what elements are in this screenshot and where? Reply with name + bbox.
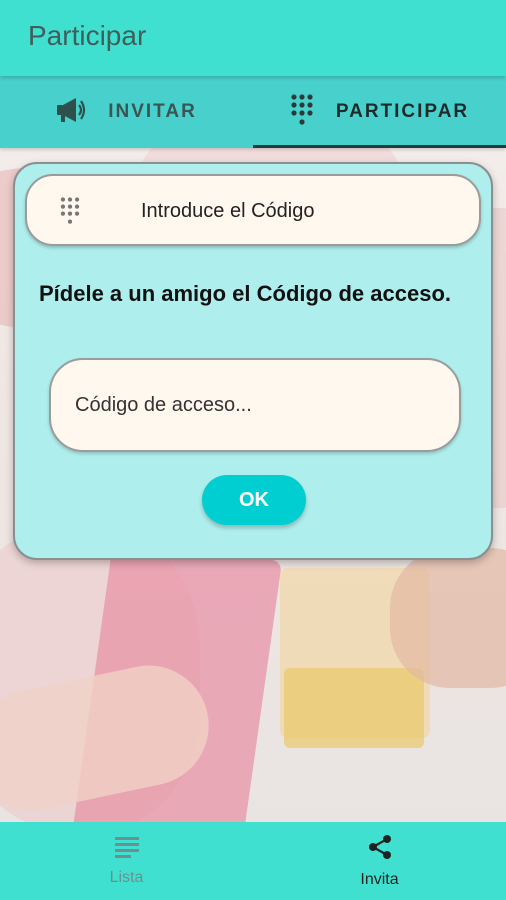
nav-item-lista[interactable]: Lista <box>0 822 253 900</box>
tab-participar-label: PARTICIPAR <box>335 101 470 122</box>
nav-item-invita[interactable]: Invita <box>253 822 506 900</box>
dialpad-icon <box>59 196 81 231</box>
tab-bar: INVITAR PARTICIPAR <box>0 76 506 148</box>
nav-invita-label: Invita <box>360 870 399 888</box>
list-icon <box>114 836 139 863</box>
tab-invitar-label: INVITAR <box>108 101 197 122</box>
tab-participar[interactable]: PARTICIPAR <box>253 76 506 148</box>
active-tab-indicator <box>253 145 506 148</box>
dialpad-icon <box>290 93 314 132</box>
app-bar: Participar <box>0 0 506 76</box>
dialog-title: Introduce el Código <box>141 200 315 222</box>
app-title: Participar <box>28 20 147 51</box>
nav-lista-label: Lista <box>109 868 144 886</box>
dialog-header: Introduce el Código <box>25 174 481 246</box>
tab-invitar[interactable]: INVITAR <box>0 76 253 148</box>
code-dialog: Introduce el Código Pídele a un amigo el… <box>13 162 493 560</box>
bottom-navigation: Lista Invita <box>0 822 506 900</box>
dialog-message: Pídele a un amigo el Código de acceso. <box>39 281 451 306</box>
access-code-input[interactable] <box>49 358 461 452</box>
megaphone-icon <box>56 97 86 128</box>
ok-button[interactable]: OK <box>202 475 306 525</box>
share-icon <box>367 834 393 865</box>
